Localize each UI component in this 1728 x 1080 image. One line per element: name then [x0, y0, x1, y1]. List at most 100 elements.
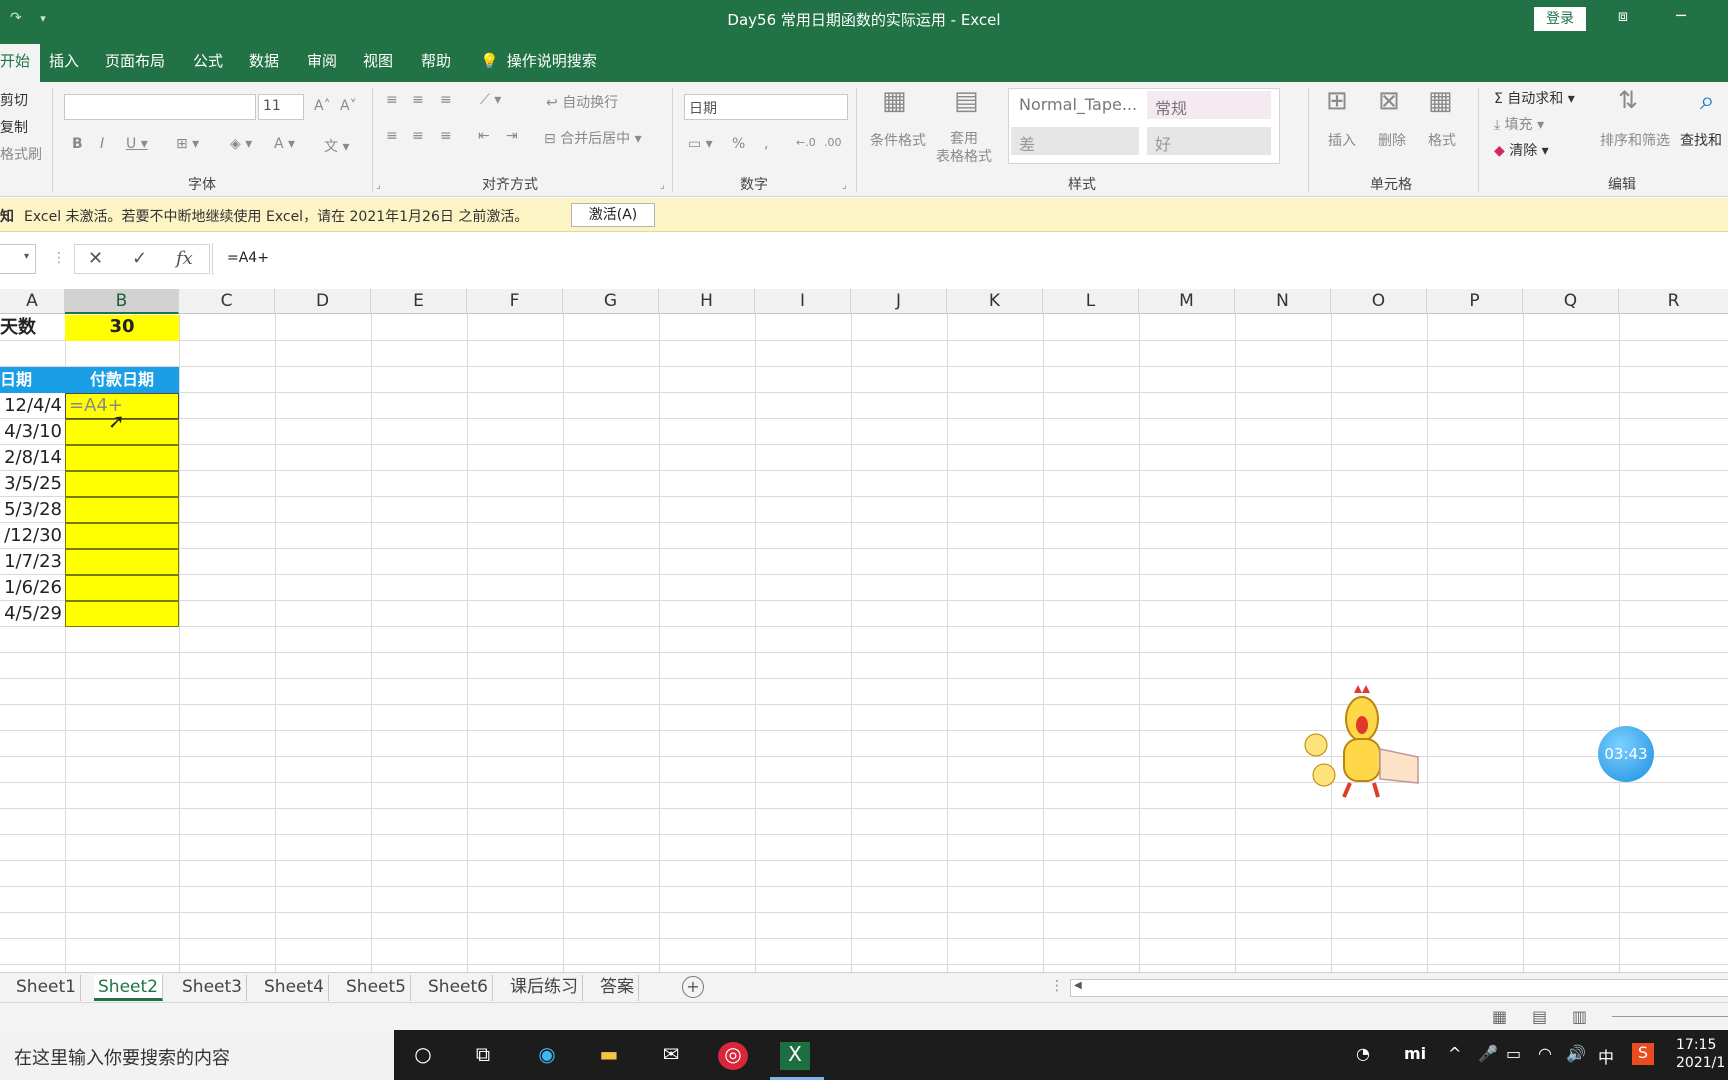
tab-review[interactable]: 审阅 [307, 50, 337, 71]
accounting-format-icon[interactable]: ▭ ▾ [688, 136, 713, 152]
name-box[interactable]: ▾ [0, 244, 36, 274]
sheet-tab-sheet2[interactable]: Sheet2 [94, 975, 163, 1001]
orientation-icon[interactable]: ⟋ ▾ [480, 92, 501, 108]
insert-function-icon[interactable]: fx [176, 248, 193, 269]
normal-view-icon[interactable]: ▦ [1492, 1007, 1507, 1026]
tab-home[interactable]: 开始 [0, 44, 41, 82]
edge-browser-icon[interactable]: ◉ [532, 1042, 562, 1070]
cell-b1[interactable]: 30 [65, 315, 179, 341]
scroll-left-icon[interactable]: ◀ [1074, 980, 1082, 991]
column-header-m[interactable]: M [1139, 289, 1235, 314]
decrease-font-icon[interactable]: A˅ [340, 98, 357, 114]
xiaomi-icon[interactable]: mi [1404, 1044, 1426, 1063]
align-top-icon[interactable]: ≡ [386, 92, 398, 108]
cell-a1[interactable]: 天数 [0, 315, 65, 341]
bold-icon[interactable]: B [72, 136, 83, 152]
enter-icon[interactable]: ✓ [132, 248, 147, 269]
conditional-format-icon[interactable]: ▦ [882, 86, 907, 116]
insert-cells-icon[interactable]: ⊞ [1326, 86, 1348, 116]
borders-icon[interactable]: ⊞ ▾ [176, 136, 199, 152]
sheet-tab-sheet5[interactable]: Sheet5 [342, 975, 411, 1001]
format-cells-icon[interactable]: ▦ [1428, 86, 1453, 116]
column-header-h[interactable]: H [659, 289, 755, 314]
page-break-view-icon[interactable]: ▥ [1572, 1007, 1587, 1026]
sogou-input-icon[interactable]: S [1632, 1043, 1654, 1065]
column-header-i[interactable]: I [755, 289, 851, 314]
tray-app-icon[interactable]: ◔ [1356, 1044, 1370, 1063]
number-dialog-launcher-icon[interactable]: ⌟ [842, 180, 847, 191]
add-sheet-icon[interactable]: + [682, 976, 704, 998]
align-bottom-icon[interactable]: ≡ [440, 92, 452, 108]
column-header-o[interactable]: O [1331, 289, 1427, 314]
fill-button[interactable]: ⤓ 填充 ▾ [1494, 114, 1544, 134]
login-button[interactable]: 登录 [1534, 7, 1586, 31]
worksheet-grid[interactable]: A B C D E F G H I J K L M N O P Q R 天数 3… [0, 289, 1728, 972]
cortana-icon[interactable]: ○ [408, 1042, 438, 1070]
cell-a7[interactable]: 3/5/25 [0, 471, 65, 497]
tab-splitter-icon[interactable]: ⋮ [1050, 978, 1064, 994]
ime-indicator[interactable]: 中 [1598, 1044, 1614, 1068]
netease-music-icon[interactable]: ◎ [718, 1042, 748, 1070]
horizontal-scrollbar[interactable]: ◀ [1070, 979, 1728, 997]
alignment-dialog-launcher-icon[interactable]: ⌟ [660, 180, 665, 191]
number-format-select[interactable]: 日期 [684, 94, 848, 120]
minimize-icon[interactable]: ─ [1666, 6, 1696, 25]
tab-view[interactable]: 视图 [363, 50, 393, 71]
taskbar-search-input[interactable]: 在这里输入你要搜索的内容 [0, 1030, 394, 1080]
cell-a10[interactable]: 1/7/23 [0, 549, 65, 575]
timer-badge[interactable]: 03:43 [1598, 726, 1654, 782]
cell-b3[interactable]: 付款日期 [65, 367, 179, 393]
cell-b8[interactable] [65, 497, 179, 523]
style-bad[interactable]: 差 [1011, 127, 1139, 155]
battery-icon[interactable]: ▭ [1506, 1044, 1521, 1063]
align-middle-icon[interactable]: ≡ [412, 92, 424, 108]
conditional-format-button[interactable]: 条件格式 [870, 130, 926, 150]
column-header-a[interactable]: A [0, 289, 65, 314]
file-explorer-icon[interactable]: ▬ [594, 1042, 624, 1070]
tab-help[interactable]: 帮助 [421, 50, 451, 71]
decrease-decimal-icon[interactable]: .00 [824, 136, 842, 149]
clear-button[interactable]: ◆ 清除 ▾ [1494, 140, 1549, 160]
tab-formulas[interactable]: 公式 [193, 50, 223, 71]
increase-decimal-icon[interactable]: ←.0 [796, 136, 816, 149]
column-header-k[interactable]: K [947, 289, 1043, 314]
column-header-j[interactable]: J [851, 289, 947, 314]
table-format-icon[interactable]: ▤ [954, 86, 979, 116]
column-header-f[interactable]: F [467, 289, 563, 314]
fill-color-icon[interactable]: ◈ ▾ [230, 136, 252, 152]
font-color-icon[interactable]: A ▾ [274, 136, 295, 152]
phonetic-icon[interactable]: 文 ▾ [324, 136, 349, 156]
sheet-tab-sheet6[interactable]: Sheet6 [424, 975, 493, 1001]
style-normal-tape[interactable]: Normal_Tape... [1011, 91, 1139, 119]
column-header-c[interactable]: C [179, 289, 275, 314]
underline-icon[interactable]: U ▾ [126, 136, 148, 152]
increase-font-icon[interactable]: A˄ [314, 98, 331, 114]
sheet-tab-answers[interactable]: 答案 [596, 975, 639, 1001]
format-cells-button[interactable]: 格式 [1428, 130, 1456, 150]
sheet-tab-sheet1[interactable]: Sheet1 [12, 975, 81, 1001]
copy-button[interactable]: 复制 [0, 117, 28, 137]
sheet-tab-sheet3[interactable]: Sheet3 [178, 975, 247, 1001]
find-icon[interactable]: ⌕ [1700, 86, 1715, 117]
task-view-icon[interactable]: ⧉ [468, 1042, 498, 1070]
style-good[interactable]: 好 [1147, 127, 1271, 155]
tab-insert[interactable]: 插入 [49, 50, 79, 71]
decrease-indent-icon[interactable]: ⇤ [478, 128, 490, 144]
align-center-icon[interactable]: ≡ [412, 128, 424, 144]
sheet-tab-sheet4[interactable]: Sheet4 [260, 975, 329, 1001]
column-header-d[interactable]: D [275, 289, 371, 314]
cell-b9[interactable] [65, 523, 179, 549]
cut-button[interactable]: 剪切 [0, 90, 28, 110]
cell-a12[interactable]: 4/5/29 [0, 601, 65, 627]
delete-cells-icon[interactable]: ⊠ [1378, 86, 1400, 116]
delete-cells-button[interactable]: 删除 [1378, 130, 1406, 150]
insert-cells-button[interactable]: 插入 [1328, 130, 1356, 150]
font-name-select[interactable] [64, 94, 256, 120]
formula-bar-grip-icon[interactable]: ⋮ [52, 250, 66, 266]
column-header-e[interactable]: E [371, 289, 467, 314]
column-header-g[interactable]: G [563, 289, 659, 314]
sheet-tab-homework[interactable]: 课后练习 [506, 975, 583, 1001]
cell-b12[interactable] [65, 601, 179, 627]
align-right-icon[interactable]: ≡ [440, 128, 452, 144]
taskbar-clock[interactable]: 17:15 2021/1 [1676, 1036, 1725, 1072]
